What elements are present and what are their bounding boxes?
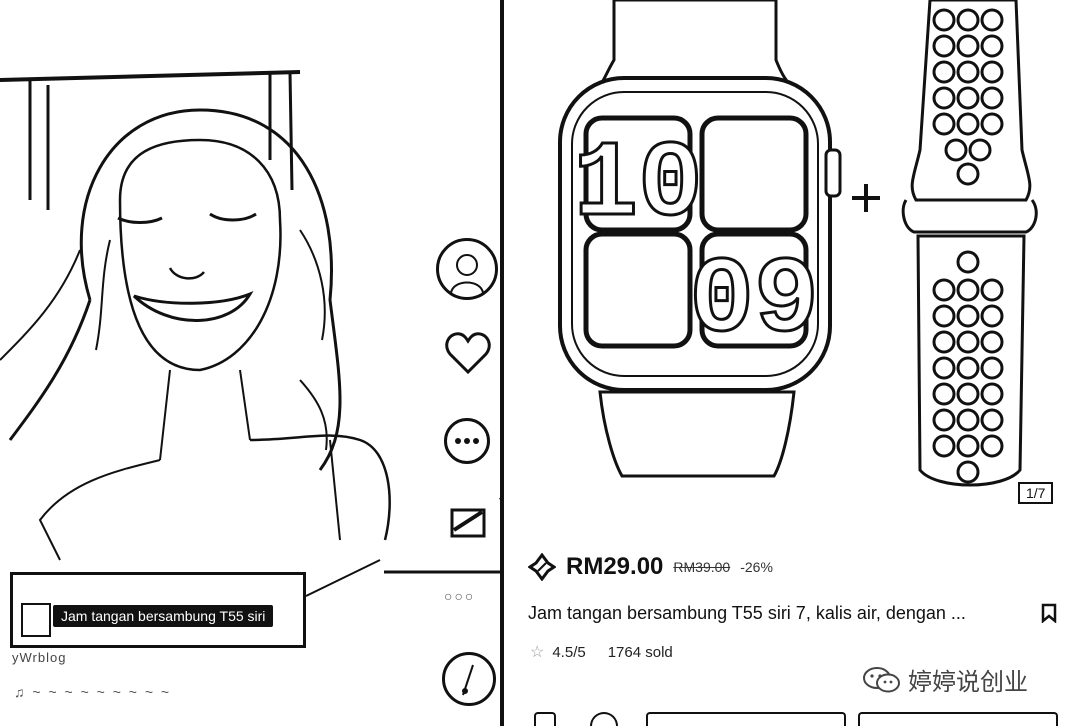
original-price: RM39.00 [673, 559, 731, 575]
shop-icon[interactable] [534, 712, 556, 726]
avatar-icon [450, 254, 484, 294]
title-row: Jam tangan bersambung T55 siri 7, kalis … [528, 600, 1058, 626]
buy-now-button[interactable] [858, 712, 1058, 726]
product-tag-thumbnail [21, 603, 51, 637]
creator-avatar[interactable] [436, 238, 498, 300]
like-button[interactable] [444, 330, 492, 376]
watermark-text: 婷婷说创业 [908, 669, 1028, 696]
share-icon [450, 508, 486, 538]
bottom-action-bar [504, 712, 1080, 726]
product-tag-label: Jam tangan bersambung T55 siri [53, 605, 274, 627]
music-ticker[interactable]: ♫ ~ ~ ~ ~ ~ ~ ~ ~ ~ [14, 684, 171, 700]
music-disc[interactable] [442, 652, 496, 706]
image-counter: 1/7 [1018, 482, 1054, 504]
product-image[interactable]: 10 09 [504, 0, 1080, 520]
more-dots[interactable]: ○○○ [444, 588, 475, 604]
discount-badge: -26% [740, 559, 773, 575]
chat-icon[interactable] [590, 712, 618, 726]
video-panel[interactable]: Jam tangan bersambung T55 siri yWrblog ♫… [0, 0, 502, 726]
comment-button[interactable] [444, 418, 490, 464]
watch-digit-2: 09 [689, 241, 819, 363]
watermark: 婷婷说创业 [862, 662, 1028, 697]
share-button[interactable] [446, 500, 490, 540]
product-title[interactable]: Jam tangan bersambung T55 siri 7, kalis … [528, 603, 1028, 624]
heart-icon [445, 332, 491, 375]
wechat-icon [863, 666, 900, 692]
bookmark-icon[interactable] [1040, 603, 1058, 623]
star-icon: ☆ [530, 644, 545, 661]
flash-sale-icon [528, 553, 556, 581]
current-price: RM29.00 [566, 553, 664, 580]
comment-icon [455, 438, 479, 444]
sold-count: 1764 sold [607, 643, 673, 661]
product-panel: 10 09 1/7 RM29.00 RM39.00 -26% Jam tanga… [504, 0, 1080, 726]
price-row: RM29.00 RM39.00 -26% [528, 552, 773, 582]
creator-username[interactable]: yWrblog [12, 650, 66, 665]
rating-value: 4.5/5 [552, 643, 586, 661]
add-to-cart-button[interactable] [646, 712, 846, 726]
watch-digit-1: 10 [573, 125, 703, 247]
music-disc-icon [462, 664, 474, 696]
rating-row: ☆ 4.5/5 1764 sold [530, 642, 673, 662]
product-tag[interactable]: Jam tangan bersambung T55 siri [10, 572, 306, 648]
